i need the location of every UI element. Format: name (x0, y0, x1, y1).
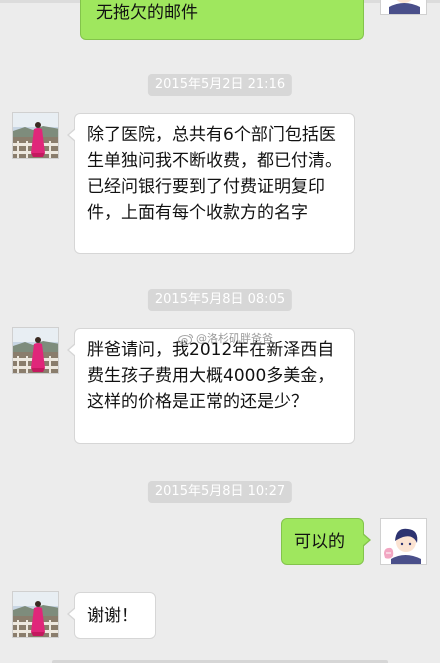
contact-avatar[interactable] (12, 112, 59, 159)
chat-view[interactable]: 无拖欠的邮件 2015年5月2日 21:16 除了医院，总共有6个部门包括医生单… (0, 0, 440, 663)
message-text: 除了医院，总共有6个部门包括医生单独问我不断收费，都已付清。已经问银行要到了付费… (87, 125, 342, 223)
message-bubble-outgoing[interactable]: 无拖欠的邮件 (80, 0, 364, 40)
contact-avatar-icon (13, 113, 58, 158)
contact-avatar[interactable] (12, 327, 59, 374)
self-avatar[interactable] (380, 0, 427, 15)
message-timestamp: 2015年5月8日 10:27 (147, 481, 293, 503)
message-text: 谢谢！ (87, 606, 138, 626)
contact-avatar-icon (13, 592, 58, 637)
contact-avatar-icon (13, 328, 58, 373)
watermark-text: @洛杉矶胖爸爸 (196, 332, 273, 345)
weibo-logo-icon (178, 334, 193, 345)
message-bubble-incoming[interactable]: 谢谢！ (67, 592, 156, 639)
self-avatar[interactable] (380, 518, 427, 565)
message-text: 胖爸请问，我2012年在新泽西自费生孩子费用大概4000多美金，这样的价格是正常… (87, 340, 335, 412)
self-avatar-icon (381, 0, 426, 14)
message-timestamp: 2015年5月8日 08:05 (147, 289, 293, 311)
contact-avatar[interactable] (12, 591, 59, 638)
self-avatar-icon (381, 519, 426, 564)
message-timestamp: 2015年5月2日 21:16 (147, 74, 293, 96)
message-bubble-incoming[interactable]: 除了医院，总共有6个部门包括医生单独问我不断收费，都已付清。已经问银行要到了付费… (67, 113, 355, 254)
message-text: 可以的 (294, 532, 345, 552)
weibo-watermark: @洛杉矶胖爸爸 (178, 332, 273, 346)
message-bubble-outgoing[interactable]: 可以的 (281, 518, 371, 565)
message-text: 无拖欠的邮件 (96, 3, 198, 23)
